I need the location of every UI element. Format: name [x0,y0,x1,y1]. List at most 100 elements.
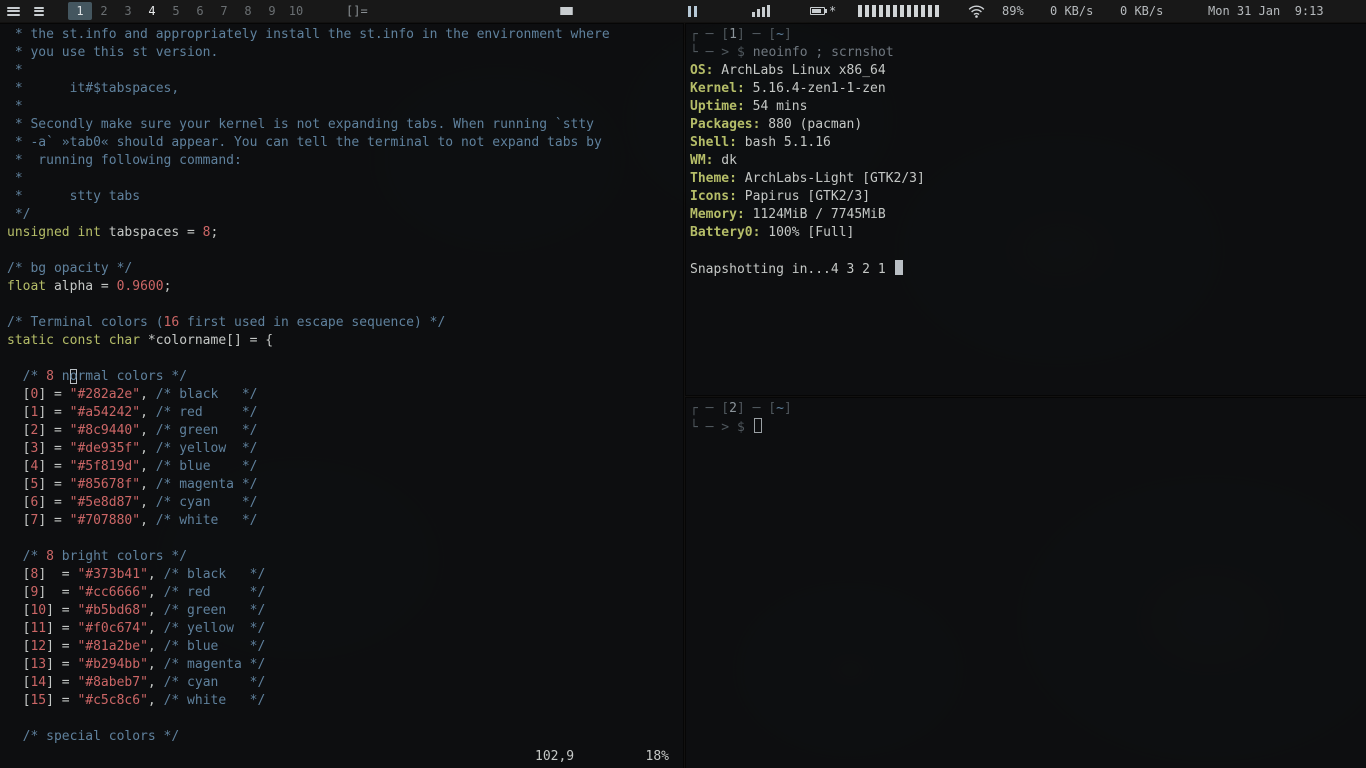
battery-charging-star: * [829,4,837,18]
sysinfo-line: Shell: bash 5.1.16 [690,134,1366,152]
code-line: */ [7,207,31,222]
workspace-2[interactable]: 2 [92,2,116,20]
workspace-5[interactable]: 5 [164,2,188,20]
sysinfo-value: 880 (pacman) [760,117,863,132]
sysinfo-value: 5.16.4-zen1-1-zen [744,81,886,96]
meter-bar [865,5,869,17]
code-line: * running following command: [7,153,242,168]
system-info: OS: ArchLabs Linux x86_64 Kernel: 5.16.4-… [690,62,1366,242]
sysinfo-line: WM: dk [690,152,1366,170]
code-line: [8] = "#373b41", /* black */ [7,567,266,582]
volume-meter[interactable] [858,5,939,17]
sysinfo-line: Kernel: 5.16.4-zen1-1-zen [690,80,1366,98]
meter-bar [928,5,932,17]
vim-buffer: * the st.info and appropriately install … [0,24,683,746]
code-line: [6] = "#5e8d87", /* cyan */ [7,495,258,510]
sysinfo-label: Packages: [690,117,761,132]
code-line: [2] = "#8c9440", /* green */ [7,423,258,438]
code-line: [10] = "#b5bd68", /* green */ [7,603,266,618]
code-line: * [7,99,23,114]
sysinfo-label: Shell: [690,135,737,150]
terminal-bottom-window[interactable]: ┌ ─ [2] ─ [~] └ ─ > $ [686,398,1366,768]
workspace-1[interactable]: 1 [68,2,92,20]
layout-indicator[interactable]: []= [346,0,368,22]
meter-bar [858,5,862,17]
workspace-10[interactable]: 10 [284,2,308,20]
code-line: [11] = "#f0c674", /* yellow */ [7,621,266,636]
sysinfo-value: 1124MiB / 7745MiB [744,207,886,222]
clock: Mon 31 Jan 9:13 [1208,4,1324,18]
code-line: * Secondly make sure your kernel is not … [7,117,594,132]
code-line: [3] = "#de935f", /* yellow */ [7,441,258,456]
sysinfo-label: Kernel: [690,81,745,96]
terminal-top-window[interactable]: ┌ ─ [1] ─ [~] └ ─ > $ neoinfo ; scrnshot … [686,24,1366,395]
meter-bar [914,5,918,17]
sysinfo-value: ArchLabs-Light [GTK2/3] [736,171,925,186]
vim-scroll-percent: 18% [645,749,669,764]
code-line: float alpha = 0.9600; [7,279,172,294]
wifi-icon [968,0,985,22]
sysinfo-line: Battery0: 100% [Full] [690,224,1366,242]
terminal-cursor-hollow [753,418,762,433]
code-line: [14] = "#8abeb7", /* cyan */ [7,675,266,690]
battery-icon: * [810,0,836,22]
tasklist-icon[interactable] [560,0,573,22]
code-line: [1] = "#a54242", /* red */ [7,405,258,420]
pause-icon[interactable] [688,0,697,22]
code-line: [15] = "#c5c8c6", /* white */ [7,693,266,708]
code-line: /* Terminal colors (16 first used in esc… [7,315,446,330]
code-line: * [7,63,23,78]
workspace-3[interactable]: 3 [116,2,140,20]
workspace-7[interactable]: 7 [212,2,236,20]
code-line: /* 8 bright colors */ [7,549,188,564]
meter-bar [893,5,897,17]
code-line: * [7,171,23,186]
code-line: * -a` »tab0« should appear. You can tell… [7,135,602,150]
code-line: [0] = "#282a2e", /* black */ [7,387,258,402]
workspace-8[interactable]: 8 [236,2,260,20]
sysinfo-value: ArchLabs Linux x86_64 [713,63,886,78]
code-line: [13] = "#b294bb", /* magenta */ [7,657,266,672]
code-line: [7] = "#707880", /* white */ [7,513,258,528]
prompt-line-top: ┌ ─ [1] ─ [~] [690,27,792,42]
status-bar: 1 2 3 4 5 6 7 8 9 10 []= * 89% 0 KB/s 0 KB/s Mon … [0,0,1366,22]
sysinfo-line: Memory: 1124MiB / 7745MiB [690,206,1366,224]
workspace-9[interactable]: 9 [260,2,284,20]
code-line: /* special colors */ [7,729,180,744]
code-line: [4] = "#5f819d", /* blue */ [7,459,258,474]
code-line: static const char *colorname[] = { [7,333,274,348]
workspace-4[interactable]: 4 [140,2,164,20]
meter-bar [935,5,939,17]
equalizer-icon [752,0,770,22]
meter-bar [879,5,883,17]
sysinfo-line: Icons: Papirus [GTK2/3] [690,188,1366,206]
sysinfo-value: 54 mins [744,99,808,114]
menu-icon[interactable] [7,0,20,22]
code-line: /* bg opacity */ [7,261,133,276]
vim-window[interactable]: * the st.info and appropriately install … [0,24,683,768]
sysinfo-label: OS: [690,63,714,78]
typed-command: neoinfo ; scrnshot [752,45,894,60]
sysinfo-label: Uptime: [690,99,745,114]
meter-bar [872,5,876,17]
sysinfo-line: Uptime: 54 mins [690,98,1366,116]
sysinfo-label: Theme: [690,171,737,186]
vim-cursor-position: 102,9 [535,749,575,764]
sysinfo-value: bash 5.1.16 [736,135,831,150]
battery-percent: 89% [1002,4,1024,18]
prompt-line-input: └ ─ > $ [690,418,1366,436]
code-line: * the st.info and appropriately install … [7,27,610,42]
net-download: 0 KB/s [1050,4,1094,18]
sysinfo-value: Papirus [GTK2/3] [736,189,871,204]
net-upload: 0 KB/s [1120,4,1164,18]
apps-grid-icon[interactable] [34,0,44,22]
workspace-list: 1 2 3 4 5 6 7 8 9 10 [68,0,308,22]
terminal-cursor [894,260,903,275]
prompt-line-top: ┌ ─ [2] ─ [~] [690,401,792,416]
code-line: unsigned int tabspaces = 8; [7,225,219,240]
sysinfo-label: Memory: [690,207,745,222]
sysinfo-label: Battery0: [690,225,761,240]
workspace-6[interactable]: 6 [188,2,212,20]
